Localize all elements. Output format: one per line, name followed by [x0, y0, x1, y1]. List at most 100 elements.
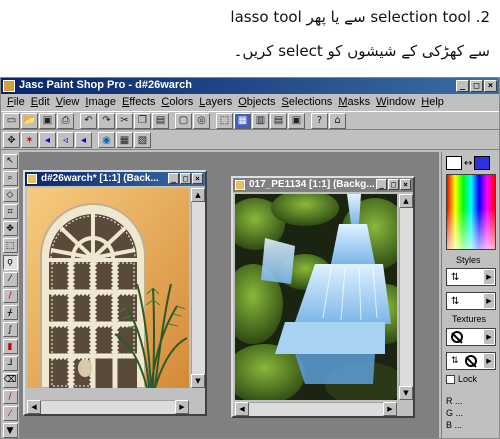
- foreground-color-swatch[interactable]: [446, 156, 462, 170]
- help-icon[interactable]: ?: [311, 112, 328, 129]
- doc1-maximize-button[interactable]: □: [180, 173, 191, 184]
- redo-icon[interactable]: ↷: [98, 112, 115, 129]
- zoom-tool-icon[interactable]: ⌕: [2, 170, 18, 186]
- doc2-horizontal-scrollbar[interactable]: ◀ ▶: [235, 402, 397, 416]
- flood-fill-icon[interactable]: ▼: [2, 423, 18, 439]
- lock-icon[interactable]: ⌂: [329, 112, 346, 129]
- forward-icon[interactable]: ◃: [57, 132, 74, 148]
- menu-selections[interactable]: Selections: [279, 94, 336, 110]
- cut-icon[interactable]: ✂: [116, 112, 133, 129]
- mover-tool-icon[interactable]: ✥: [2, 221, 18, 237]
- back2-icon[interactable]: ◂: [75, 132, 92, 148]
- selection-tool-icon[interactable]: ⬚: [216, 112, 233, 129]
- view-icon[interactable]: ▢: [175, 112, 192, 129]
- paste-icon[interactable]: ▤: [152, 112, 169, 129]
- layers-palette-icon[interactable]: ▤: [270, 112, 287, 129]
- dropdown-arrow-icon[interactable]: ▶: [484, 294, 494, 308]
- doc1-vertical-scrollbar[interactable]: ▲ ▼: [191, 188, 205, 388]
- paintbrush-tool-icon[interactable]: /: [2, 288, 18, 304]
- doc1-horizontal-scrollbar[interactable]: ◀ ▶: [27, 400, 189, 414]
- lasso-tool-icon[interactable]: ϙ: [2, 254, 18, 270]
- star-icon[interactable]: ✶: [21, 132, 38, 148]
- selection-tool-icon[interactable]: ⬚: [2, 238, 18, 253]
- back-icon[interactable]: ◂: [39, 132, 56, 148]
- dropdown-arrow-icon[interactable]: ▶: [484, 270, 494, 284]
- menu-image[interactable]: Image: [82, 94, 119, 110]
- doc2-minimize-button[interactable]: _: [376, 179, 387, 190]
- move-icon[interactable]: ✥: [3, 132, 20, 148]
- open-icon[interactable]: 📂: [21, 112, 38, 129]
- overview-icon[interactable]: ▣: [288, 112, 305, 129]
- copy-icon[interactable]: ❐: [134, 112, 151, 129]
- scroll-down-arrow-icon[interactable]: ▼: [191, 374, 205, 388]
- menu-view[interactable]: View: [53, 94, 83, 110]
- doc2-vertical-scrollbar[interactable]: ▲ ▼: [399, 194, 413, 400]
- airbrush-icon[interactable]: ⁄: [2, 406, 18, 422]
- doc2-titlebar[interactable]: 017_PE1134 [1:1] (Backg... _ □ ×: [233, 178, 413, 192]
- dropdown-arrow-icon[interactable]: ▶: [484, 330, 494, 344]
- minimize-button[interactable]: _: [456, 80, 469, 92]
- texture-background-box[interactable]: ⇅ ▶: [446, 352, 496, 370]
- undo-icon[interactable]: ↶: [80, 112, 97, 129]
- eraser-tool-icon[interactable]: ⌫: [2, 372, 18, 388]
- waterfall-image[interactable]: [235, 194, 397, 400]
- menu-colors[interactable]: Colors: [158, 94, 196, 110]
- color-spectrum-picker[interactable]: [446, 174, 496, 250]
- app-titlebar[interactable]: Jasc Paint Shop Pro - d#26warch _ □ ×: [1, 78, 499, 94]
- styles-background-box[interactable]: ⇅ ▶: [446, 292, 496, 310]
- color-palette-icon[interactable]: ▦: [234, 112, 251, 129]
- doc1-titlebar[interactable]: d#26warch* [1:1] (Back... _ □ ×: [25, 172, 205, 186]
- caption-line-1: 2. selection tool سے یا پھر lasso tool: [230, 8, 490, 26]
- menu-window[interactable]: Window: [373, 94, 418, 110]
- deform-tool-icon[interactable]: ◇: [2, 187, 18, 203]
- doc1-close-button[interactable]: ×: [192, 173, 203, 184]
- menu-file[interactable]: File: [4, 94, 28, 110]
- browse-icon[interactable]: ◎: [193, 112, 210, 129]
- clone-tool-icon[interactable]: ᚋ: [2, 305, 18, 321]
- texture-foreground-box[interactable]: ▶: [446, 328, 496, 346]
- histogram-icon[interactable]: ▥: [252, 112, 269, 129]
- textures-label: Textures: [452, 314, 487, 324]
- arrow-tool-icon[interactable]: ↖: [2, 154, 18, 169]
- scroll-up-arrow-icon[interactable]: ▲: [399, 194, 413, 208]
- print-icon[interactable]: ⎙: [57, 112, 74, 129]
- maximize-button[interactable]: □: [470, 80, 483, 92]
- swap-colors-icon[interactable]: ↔: [464, 158, 472, 169]
- dropper-tool-icon[interactable]: ⁄: [2, 271, 18, 287]
- scroll-down-arrow-icon[interactable]: ▼: [399, 386, 413, 400]
- scroll-up-arrow-icon[interactable]: ▲: [191, 188, 205, 202]
- background-color-swatch[interactable]: [474, 156, 491, 170]
- retouch-tool-icon[interactable]: ▮: [2, 339, 18, 354]
- scroll-left-arrow-icon[interactable]: ◀: [27, 400, 41, 414]
- dropdown-arrow-icon[interactable]: ▶: [484, 354, 494, 368]
- scratch-remover-icon[interactable]: ⅃: [2, 355, 18, 371]
- menu-masks[interactable]: Masks: [335, 94, 373, 110]
- new-icon[interactable]: ▭: [3, 112, 20, 129]
- arch-window-image[interactable]: [27, 188, 189, 388]
- document-window-waterfall[interactable]: 017_PE1134 [1:1] (Backg... _ □ × ▲ ▼ ◀ ▶: [231, 176, 415, 418]
- close-button[interactable]: ×: [484, 80, 497, 92]
- doc1-title: d#26warch* [1:1] (Back...: [41, 173, 159, 184]
- document-window-arch[interactable]: d#26warch* [1:1] (Back... _ □ × ▲ ▼ ◀ ▶: [23, 170, 207, 416]
- app-icon[interactable]: [3, 80, 15, 92]
- doc1-minimize-button[interactable]: _: [168, 173, 179, 184]
- menu-layers[interactable]: Layers: [196, 94, 235, 110]
- picture-tube-icon[interactable]: ∕: [2, 389, 18, 405]
- scroll-right-arrow-icon[interactable]: ▶: [175, 400, 189, 414]
- doc2-close-button[interactable]: ×: [400, 179, 411, 190]
- image2-icon[interactable]: ▧: [134, 132, 151, 148]
- doc2-maximize-button[interactable]: □: [388, 179, 399, 190]
- crop-tool-icon[interactable]: ⌗: [2, 204, 18, 220]
- styles-foreground-box[interactable]: ⇅ ▶: [446, 268, 496, 286]
- web-icon[interactable]: ◉: [98, 132, 115, 148]
- color-replacer-icon[interactable]: ∫: [2, 322, 18, 338]
- scroll-right-arrow-icon[interactable]: ▶: [383, 402, 397, 416]
- menu-objects[interactable]: Objects: [235, 94, 278, 110]
- menu-edit[interactable]: Edit: [28, 94, 53, 110]
- lock-checkbox[interactable]: [446, 374, 455, 384]
- menu-effects[interactable]: Effects: [119, 94, 158, 110]
- scroll-left-arrow-icon[interactable]: ◀: [235, 402, 249, 416]
- image-icon[interactable]: ▦: [116, 132, 133, 148]
- save-icon[interactable]: ▣: [39, 112, 56, 129]
- menu-help[interactable]: Help: [418, 94, 447, 110]
